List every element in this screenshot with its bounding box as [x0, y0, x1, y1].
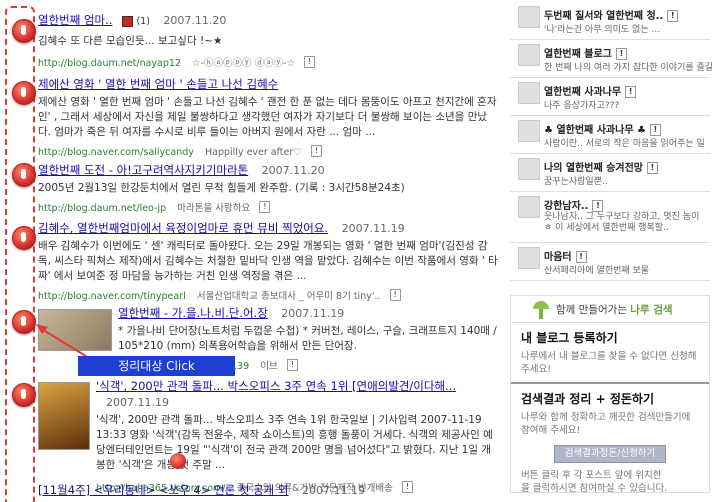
report-icon[interactable]: ! [259, 200, 271, 213]
result-author[interactable]: ☆-ⓗⓐⓟⓟⓨ ⓓⓐⓨ-☆ [192, 58, 295, 69]
blog-thumbnail[interactable] [518, 44, 540, 66]
result-author[interactable]: 이브 [260, 361, 277, 372]
blog-thumbnail[interactable] [518, 247, 540, 269]
result-url[interactable]: http://blog.naver.com/tinypearl [38, 291, 186, 302]
blog-title[interactable]: 열한번째 사과나무 [544, 87, 621, 98]
blog-item[interactable]: 나의 열한번째 승겨전망! 꿈꾸는사람일뿐.. [510, 154, 710, 192]
blog-desc: 웃나남자.. 그 누구보다 강하고, 멋진 놈이 ㅎ 이 세상에서 열한번째 행… [544, 212, 700, 233]
result-desc: * 가을나비 단어장(노트처럼 두껍운 수첩) * 커버천, 레이스, 구슬, … [118, 325, 497, 352]
organize-title: 검색결과 정리 + 정돈하기 [521, 392, 654, 406]
result-desc: 김혜수 또 다른 모습인듯... 보고싶다 !~★ [38, 35, 223, 47]
blog-title[interactable]: 나의 열한번째 승겨전망 [544, 163, 643, 174]
report-icon[interactable]: ! [646, 162, 658, 174]
search-results: 열한번째 엄마.. (1) 2007.11.20 김혜수 또 다른 모습인듯..… [0, 0, 500, 502]
result-desc: 제에산 영화 ' 열한 번째 엄마 ' 손들고 나선 김혜수 ' 괜전 한 푼 … [38, 96, 497, 138]
result-date: 2007.11.19 [106, 396, 169, 409]
result-date: 2007.11.19 [341, 222, 405, 235]
report-icon[interactable]: ! [286, 358, 298, 371]
result-date: 2007.11.19 [281, 307, 345, 320]
result-title[interactable]: 열한번째 도전 - 아!고구려역사지키기마라톤 [38, 163, 248, 177]
naru-brand: 나루 검색 [630, 304, 673, 316]
blog-title[interactable]: 마음터 [544, 252, 572, 263]
organize-button[interactable] [12, 81, 36, 105]
blog-desc: 나주 응상가자고??? [544, 101, 620, 111]
result-title[interactable]: 열한번째 - 가.을.나.비.단.어.장 [118, 306, 268, 320]
blog-title[interactable]: ♣ 열한번째 사과나무 ♣ [544, 125, 646, 136]
report-icon[interactable]: ! [310, 144, 322, 157]
result-desc: 2005년 2월13일 한강둔치에서 열린 무척 힘들게 완주함. (기록 : … [38, 182, 405, 194]
result-author[interactable]: 서울산업대학교 총보대사 _ 어우미 8기 tiny'.. [197, 291, 381, 302]
blog-desc: 산서페리아에 열한번째 보물 [544, 266, 650, 276]
result-title[interactable]: '식객', 200만 관객 돌파... 박스오피스 3주 연속 1위 [연애의발… [96, 379, 456, 393]
result-title[interactable]: 김혜수, 열한번째엄마에서 육정이엄마로 휴먼 뮤비 찍었어요. [38, 221, 328, 235]
result-item: 열한번째 엄마.. (1) 2007.11.20 김혜수 또 다른 모습인듯..… [38, 12, 498, 70]
report-icon[interactable]: ! [625, 86, 637, 98]
report-icon[interactable]: ! [592, 200, 604, 212]
result-item: [11월4주] <우리동네> <쏘우 4> 언론 첫 공개 외 2007.11.… [38, 482, 498, 499]
blog-desc: 한 번째 나의 여러 가지 잡다한 이야기를 즐길 [544, 63, 714, 73]
blog-desc: 사랑이란.. 서로의 작은 마음을 읽어주는 일 [544, 139, 705, 149]
comment-count: (1) [136, 16, 150, 27]
blog-desc: '나'라는건 아무 의미도 없는 ... [544, 25, 661, 35]
report-icon[interactable]: ! [649, 124, 661, 136]
result-url[interactable]: http://blog.naver.com/sallycandy [38, 147, 194, 158]
result-item: 김혜수, 열한번째엄마에서 육정이엄마로 휴먼 뮤비 찍었어요. 2007.11… [38, 220, 498, 303]
blog-item[interactable]: 열한번째 블로그! 한 번째 나의 여러 가지 잡다한 이야기를 즐길 [510, 40, 714, 78]
naru-search-box: 함께 만들어가는 나루 검색 내 블로그 등록하기 나루에서 내 블로그를 찾을… [510, 295, 710, 494]
result-author[interactable]: 마라톤을 사랑하요 [177, 203, 250, 214]
blog-item[interactable]: ♣ 열한번째 사과나무 ♣! 사랑이란.. 서로의 작은 마음을 읽어주는 일 [510, 116, 710, 154]
organize-button[interactable] [12, 310, 36, 334]
report-icon[interactable]: ! [389, 288, 401, 301]
naru-header-prefix: 함께 만들어가는 [556, 304, 631, 316]
register-section: 내 블로그 등록하기 나루에서 내 블로그를 찾을 수 없다면 신청해 주세요! [511, 323, 709, 382]
tree-icon [531, 301, 551, 319]
related-blogs-list: 두번째 질서와 열한번째 청..! '나'라는건 아무 의미도 없는 ... 열… [510, 2, 714, 281]
blog-thumbnail[interactable] [518, 158, 540, 180]
result-item: 제에산 영화 ' 열한 번째 엄마 ' 손들고 나선 김혜수 제에산 영화 ' … [38, 76, 498, 159]
result-title[interactable]: [11월4주] <우리동네> <쏘우 4> 언론 첫 공개 외 [38, 483, 289, 497]
blog-title[interactable]: 열한번째 블로그 [544, 49, 612, 60]
organize-button[interactable] [12, 19, 36, 43]
blog-item[interactable]: 두번째 질서와 열한번째 청..! '나'라는건 아무 의미도 없는 ... [510, 2, 710, 40]
result-desc: '식객', 200만 관객 돌파... 박스오피스 3주 연속 1위 한국일보 … [96, 414, 493, 471]
callout-label: 정리대상 Click [78, 356, 235, 376]
result-desc: 배우 김혜수가 이번에도 ' 센' 캐릭터로 돌아왔다. 오는 29일 개봉되는… [38, 240, 498, 282]
report-icon[interactable]: ! [575, 251, 587, 263]
register-title[interactable]: 내 블로그 등록하기 [521, 329, 699, 346]
blog-desc: 꿈꾸는사람일뿐.. [544, 177, 608, 187]
result-author[interactable]: Happilly ever after♡ [205, 147, 302, 158]
organize-button[interactable] [12, 226, 36, 250]
organize-button[interactable] [12, 383, 36, 407]
organize-section: 검색결과 정리 + 정돈하기 나루와 함께 정확하고 깨끗한 검색만들기에 참여… [511, 382, 709, 501]
blog-title[interactable]: 두번째 질서와 열한번째 청.. [544, 11, 663, 22]
organize-example-icon [170, 453, 186, 469]
result-url[interactable]: http://blog.daum.net/nayap12 [38, 58, 181, 69]
result-date: 2007.11.20 [261, 164, 325, 177]
register-desc: 나루에서 내 블로그를 찾을 수 없다면 신청해 주세요! [521, 351, 697, 375]
blog-thumbnail[interactable] [518, 120, 540, 142]
result-thumbnail[interactable] [38, 382, 90, 450]
naru-header: 함께 만들어가는 나루 검색 [511, 296, 709, 323]
result-date: 2007.11.20 [163, 14, 227, 27]
organize-note: 버튼 클릭 후 각 포스트 앞에 위치한 을 클릭하시면 참여하실 수 있습니다… [521, 470, 668, 494]
blog-item[interactable]: 열한번째 사과나무! 나주 응상가자고??? [510, 78, 710, 116]
blog-title[interactable]: 강한남자.. [544, 201, 588, 212]
organize-button[interactable] [12, 163, 36, 187]
blog-thumbnail[interactable] [518, 6, 540, 28]
blog-item[interactable]: 강한남자..! 웃나남자.. 그 누구보다 강하고, 멋진 놈이 ㅎ 이 세상에… [510, 192, 710, 243]
blog-item[interactable]: 마음터! 산서페리아에 열한번째 보물 [510, 243, 710, 281]
result-title[interactable]: 제에산 영화 ' 열한 번째 엄마 ' 손들고 나선 김혜수 [38, 77, 278, 91]
organize-desc: 나루와 함께 정확하고 깨끗한 검색만들기에 참여해 주세요! [521, 412, 691, 436]
blog-thumbnail[interactable] [518, 196, 540, 218]
result-title[interactable]: 열한번째 엄마.. [38, 13, 112, 27]
organize-request-button[interactable]: 검색결과정돈/신청하기 [554, 445, 666, 463]
blog-thumbnail[interactable] [518, 82, 540, 104]
result-item: 열한번째 도전 - 아!고구려역사지키기마라톤 2007.11.20 2005년… [38, 162, 498, 215]
image-icon [121, 15, 133, 27]
report-icon[interactable]: ! [667, 10, 679, 22]
result-date: 2007.11.19 [302, 484, 365, 497]
report-icon[interactable]: ! [304, 55, 316, 68]
report-icon[interactable]: ! [615, 48, 627, 60]
result-url[interactable]: http://blog.daum.net/leo-jp [38, 203, 166, 214]
